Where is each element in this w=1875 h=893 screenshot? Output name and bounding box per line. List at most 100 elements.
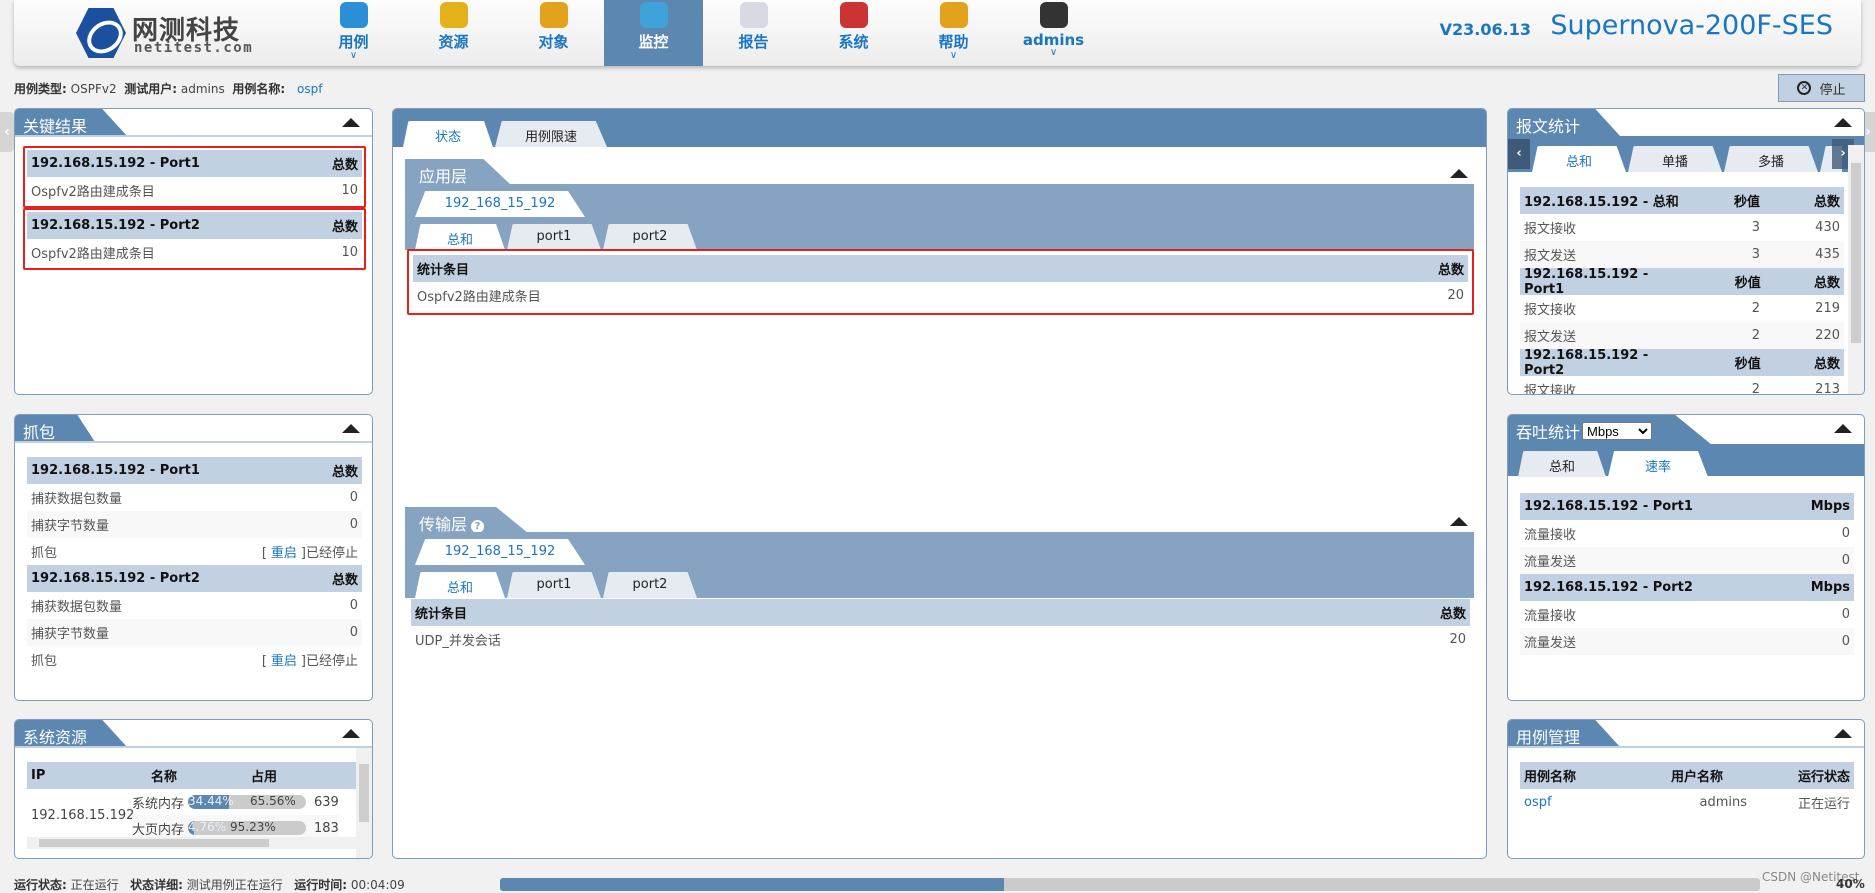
sub-tab[interactable]: port2 <box>603 572 697 598</box>
sub-tab[interactable]: port1 <box>507 572 601 598</box>
host-tabs: 192_168_15_192 <box>415 539 585 565</box>
col-header: 总数 <box>1813 357 1840 372</box>
row-label: 报文接收 <box>1524 384 1577 395</box>
collapse-icon[interactable] <box>342 118 360 127</box>
capture-state: ]已经停止 <box>300 654 358 669</box>
sub-tab[interactable]: 总和 <box>415 224 505 250</box>
collapse-icon[interactable] <box>1450 517 1468 526</box>
case-type-value: OSPFv2 <box>70 82 117 96</box>
key-results-panel: 关键结果 192.168.15.192 - Port1 总数 Ospfv2路由建成条… <box>14 108 373 395</box>
collapse-icon[interactable] <box>1834 424 1852 433</box>
resource-row: 大页内存 4.76% 95.23% 183 <box>132 815 339 837</box>
nav-label: 监控 <box>638 33 669 51</box>
nav-item[interactable]: 报告 <box>704 0 803 66</box>
collapse-icon[interactable] <box>1834 118 1852 127</box>
packet-tab[interactable]: 多播 <box>1724 146 1818 172</box>
sub-tab[interactable]: port1 <box>507 224 601 250</box>
row-label: 报文接收 <box>1524 222 1577 237</box>
case-state: 正在运行 <box>1797 797 1850 812</box>
collapse-icon[interactable] <box>1834 729 1852 738</box>
unit-select[interactable]: Mbps <box>1582 422 1653 440</box>
throughput-tab[interactable]: 总和 <box>1518 451 1606 477</box>
sub-tabs: 总和 port1 port2 <box>415 572 697 598</box>
row-value: 2 <box>1751 382 1760 395</box>
nav-item[interactable]: 系统 <box>804 0 903 66</box>
row-value: 20 <box>1447 288 1464 303</box>
collapse-left-arrow-icon[interactable]: ‹ <box>0 112 14 152</box>
nav-label: 用例 <box>338 33 369 51</box>
resource-ip: 192.168.15.192 <box>31 807 135 823</box>
resource-row: 系统内存 34.44% 65.56% 639 <box>132 789 339 815</box>
case-name-link[interactable]: ospf <box>297 82 322 96</box>
case-name-link[interactable]: ospf <box>1524 795 1644 810</box>
col-header: 统计条目 <box>415 607 468 622</box>
nav-label: 系统 <box>838 33 869 51</box>
col-header: 总数 <box>331 158 358 173</box>
col-header: 秒值 <box>1734 357 1761 372</box>
row-label: 流量发送 <box>1524 636 1577 651</box>
row-value: 213 <box>1815 382 1840 395</box>
packet-tab[interactable]: 单播 <box>1628 146 1722 172</box>
logo[interactable]: 网测科技 netitest.com <box>62 4 282 62</box>
col-header: 秒值 <box>1733 195 1760 210</box>
table-row: 流量接收 0 <box>1520 520 1854 547</box>
case-table: 用例名称 用户名称 运行状态 ospf admins 正在运行 <box>1520 762 1854 816</box>
group-header: 192.168.15.192 - 总和 秒值 总数 <box>1520 187 1844 214</box>
nav-item[interactable]: 对象 <box>504 0 603 66</box>
nav-item[interactable]: 用例 ∨ <box>304 0 403 66</box>
free-pct: 65.56% <box>250 795 296 808</box>
tab-1[interactable]: 用例限速 <box>495 121 607 147</box>
tab-0[interactable]: 状态 <box>403 121 493 147</box>
table-row: Ospfv2路由建成条目 20 <box>413 282 1468 309</box>
stop-label: 停止 <box>1819 82 1846 98</box>
stop-button[interactable]: ✕ 停止 <box>1778 74 1865 102</box>
horizontal-scrollbar[interactable] <box>27 837 357 849</box>
stats-group: 统计条目 总数 Ospfv2路由建成条目 20 <box>413 255 1468 309</box>
group-header: 192.168.15.192 - Port1 总数 <box>27 457 362 484</box>
collapse-icon[interactable] <box>342 729 360 738</box>
sub-tab[interactable]: 总和 <box>415 572 505 598</box>
tabs-prev-arrow-icon[interactable]: ‹ <box>1508 139 1530 169</box>
row-value: 10 <box>341 245 358 260</box>
report-pen-icon <box>739 2 768 28</box>
packet-tab[interactable]: 总和 <box>1532 146 1626 172</box>
chevron-down-icon: ∨ <box>349 50 358 61</box>
row-label: 抓包 <box>31 654 58 669</box>
chevron-down-icon: ∨ <box>949 50 958 61</box>
vertical-scrollbar[interactable] <box>356 748 372 858</box>
case-info-bar: 用例类型: OSPFv2 测试用户: admins 用例名称: ospf <box>14 80 322 97</box>
restart-link[interactable]: 重启 <box>271 654 297 669</box>
col-header: 总数 <box>1439 607 1466 622</box>
row-label: 流量接收 <box>1524 609 1577 624</box>
used-pct: 34.44% <box>188 795 234 808</box>
collapse-icon[interactable] <box>342 424 360 433</box>
table-row: 报文发送 2 220 <box>1520 322 1844 349</box>
table-row: Ospfv2路由建成条目 10 <box>27 177 362 204</box>
table-row: 流量接收 0 <box>1520 601 1854 628</box>
pie-icon <box>439 2 468 28</box>
nav-item[interactable]: 监控 <box>604 0 703 66</box>
vertical-scrollbar[interactable] <box>1848 145 1864 394</box>
bracket: [ <box>261 654 267 669</box>
collapse-icon[interactable] <box>1450 169 1468 178</box>
sub-tab[interactable]: port2 <box>603 224 697 250</box>
row-value: 3 <box>1751 247 1760 262</box>
table-row: ospf admins 正在运行 <box>1520 789 1854 816</box>
row-value: 2 <box>1751 328 1760 343</box>
table-row: 抓包 [ 重启]已经停止 <box>27 646 362 673</box>
nav-user[interactable]: admins ∨ <box>1004 0 1103 66</box>
host-tab[interactable]: 192_168_15_192 <box>415 539 585 565</box>
logo-en: netitest.com <box>134 40 254 56</box>
throughput-tab[interactable]: 速率 <box>1608 451 1708 477</box>
host-tabs: 192_168_15_192 <box>415 191 585 217</box>
host-tab[interactable]: 192_168_15_192 <box>415 191 585 217</box>
panel-title: 吞吐统计 Mbps <box>1508 415 1713 445</box>
restart-link[interactable]: 重启 <box>271 546 297 561</box>
used-pct: 4.76% <box>188 821 227 834</box>
run-state-value: 正在运行 <box>70 878 119 892</box>
nav-item[interactable]: 资源 <box>404 0 503 66</box>
table-header: 统计条目 总数 <box>411 599 1470 626</box>
nav-item[interactable]: 帮助 ∨ <box>904 0 1003 66</box>
case-management-panel: 用例管理 用例名称 用户名称 运行状态 ospf admins 正在运行 <box>1507 719 1865 859</box>
row-label: 捕获字节数量 <box>31 627 110 642</box>
